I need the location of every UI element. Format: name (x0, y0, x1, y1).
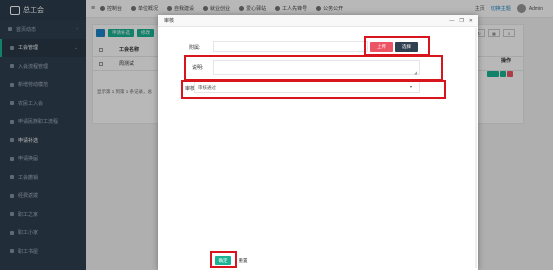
annotation-box-upload (364, 36, 430, 56)
attachment-input[interactable] (213, 41, 368, 52)
reset-button[interactable]: 重置 (235, 256, 251, 265)
annotation-box-review (181, 80, 446, 99)
reset-label: 重置 (238, 257, 248, 263)
maximize-icon[interactable]: ❐ (459, 18, 463, 24)
dialog-scrollbar[interactable] (475, 28, 477, 268)
minimize-icon[interactable]: — (449, 18, 454, 24)
dialog-window-controls: — ❐ ✕ (449, 18, 473, 24)
dialog-header: 审核 (158, 15, 478, 27)
review-dialog: 审核 — ❐ ✕ 附属: 上传 选择 说明: ◢ 审核结果: 审核通过 ▾ 确定… (158, 15, 478, 270)
close-icon[interactable]: ✕ (469, 18, 473, 24)
attachment-label: 附属: (189, 45, 201, 51)
annotation-box-confirm (210, 251, 237, 268)
annotation-box-description (184, 55, 443, 81)
dialog-title: 审核 (164, 18, 175, 24)
